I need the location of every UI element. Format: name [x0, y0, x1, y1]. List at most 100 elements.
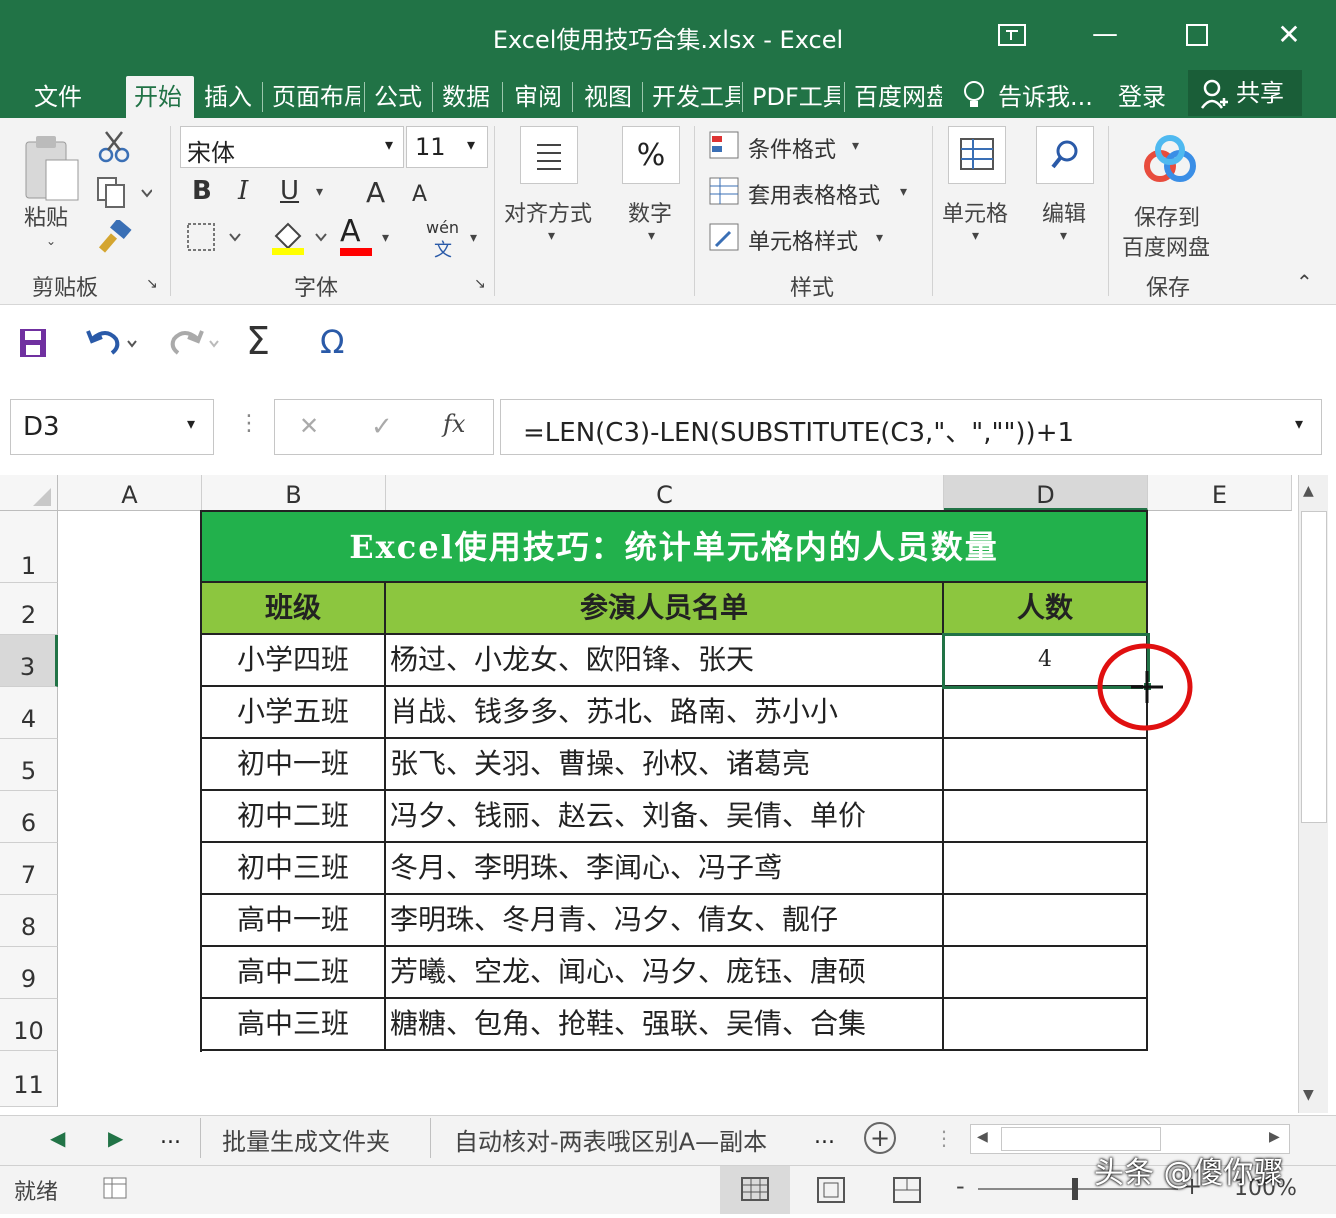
- column-header[interactable]: D: [944, 475, 1148, 511]
- font-name-select[interactable]: 宋体 ▾: [180, 126, 404, 168]
- count-cell[interactable]: [944, 791, 1148, 843]
- tab-splitter[interactable]: ⋮: [934, 1126, 954, 1150]
- sheet-tab[interactable]: 自动核对-两表哦区别A—副本: [454, 1122, 767, 1157]
- names-cell[interactable]: 杨过、小龙女、欧阳锋、张天: [386, 635, 944, 687]
- names-cell[interactable]: 张飞、关羽、曹操、孙权、诸葛亮: [386, 739, 944, 791]
- number-format-button[interactable]: %: [622, 126, 680, 184]
- scroll-right-icon[interactable]: ▶: [1269, 1129, 1280, 1145]
- names-cell[interactable]: 李明珠、冬月青、冯夕、倩女、靓仔: [386, 895, 944, 947]
- names-cell[interactable]: 芳曦、空龙、闻心、冯夕、庞钰、唐硕: [386, 947, 944, 999]
- class-cell[interactable]: 小学四班: [202, 635, 386, 687]
- phonetic-top[interactable]: wén: [426, 218, 459, 237]
- tab-formulas[interactable]: 公式: [366, 76, 430, 118]
- edit-button[interactable]: [1036, 126, 1094, 184]
- row-header[interactable]: 11: [0, 1051, 58, 1107]
- tab-review[interactable]: 审阅: [506, 76, 570, 118]
- close-button[interactable]: ✕: [1274, 16, 1304, 54]
- column-header[interactable]: E: [1148, 475, 1292, 511]
- chevron-down-icon[interactable]: ▾: [470, 230, 477, 246]
- tab-developer[interactable]: 开发工具: [644, 76, 740, 118]
- class-cell[interactable]: 初中一班: [202, 739, 386, 791]
- class-cell[interactable]: 初中二班: [202, 791, 386, 843]
- macro-record-icon[interactable]: [102, 1174, 130, 1202]
- login-link[interactable]: 登录: [1110, 76, 1174, 118]
- chevron-down-icon[interactable]: ▾: [900, 184, 907, 200]
- page-layout-icon[interactable]: [816, 1176, 846, 1204]
- count-cell[interactable]: [944, 895, 1148, 947]
- autosum-icon[interactable]: Σ: [246, 319, 270, 363]
- scroll-down-icon[interactable]: ▼: [1303, 1087, 1314, 1103]
- underline-button[interactable]: U: [280, 176, 299, 206]
- font-color-button[interactable]: A: [340, 214, 361, 249]
- chevron-down-icon[interactable]: ▾: [1295, 414, 1303, 433]
- tell-me-search[interactable]: 告诉我...: [990, 76, 1101, 118]
- row-header[interactable]: 3: [0, 635, 58, 687]
- collapse-ribbon-icon[interactable]: ⌃: [1296, 270, 1313, 294]
- row-header[interactable]: 2: [0, 583, 58, 635]
- formula-input[interactable]: =LEN(C3)-LEN(SUBSTITUTE(C3,"、",""))+1 ▾: [500, 399, 1322, 455]
- row-header[interactable]: 4: [0, 687, 58, 739]
- names-cell[interactable]: 糖糖、包角、抢鞋、强联、吴倩、合集: [386, 999, 944, 1051]
- tab-baidu-pan[interactable]: 百度网盘: [846, 76, 942, 118]
- paste-dropdown-icon[interactable]: ⌄: [46, 234, 56, 248]
- cells-button[interactable]: [948, 126, 1006, 184]
- add-sheet-button[interactable]: +: [864, 1122, 896, 1154]
- paste-icon[interactable]: [24, 134, 82, 210]
- count-cell[interactable]: [944, 739, 1148, 791]
- maximize-button[interactable]: [1186, 24, 1208, 46]
- undo-icon[interactable]: [86, 325, 142, 361]
- scroll-thumb[interactable]: [1301, 511, 1327, 823]
- zoom-slider-thumb[interactable]: [1072, 1178, 1078, 1200]
- count-cell[interactable]: [944, 999, 1148, 1051]
- baidu-cloud-icon[interactable]: [1140, 132, 1200, 188]
- scroll-up-icon[interactable]: ▲: [1303, 483, 1314, 499]
- format-painter-icon[interactable]: [98, 220, 132, 254]
- bold-button[interactable]: B: [192, 176, 212, 206]
- launcher-icon[interactable]: ↘: [474, 276, 486, 292]
- tab-insert[interactable]: 插入: [196, 76, 260, 118]
- scroll-left-icon[interactable]: ◀: [977, 1129, 988, 1145]
- table-format-button[interactable]: 套用表格格式: [748, 178, 880, 210]
- header-count[interactable]: 人数: [944, 583, 1148, 635]
- row-header[interactable]: 10: [0, 999, 58, 1051]
- tab-pdf-tools[interactable]: PDF工具: [744, 76, 840, 118]
- names-cell[interactable]: 冯夕、钱丽、赵云、刘备、吴倩、单价: [386, 791, 944, 843]
- page-break-icon[interactable]: [892, 1176, 922, 1204]
- insert-function-icon[interactable]: fx: [443, 410, 465, 438]
- class-cell[interactable]: 高中二班: [202, 947, 386, 999]
- grow-font-button[interactable]: A: [366, 176, 385, 209]
- select-all-button[interactable]: [0, 475, 58, 511]
- zoom-out-button[interactable]: -: [956, 1172, 965, 1200]
- next-sheet-icon[interactable]: ▶: [108, 1126, 123, 1150]
- column-header[interactable]: A: [58, 475, 202, 511]
- chevron-down-icon[interactable]: ▾: [382, 230, 389, 246]
- row-header[interactable]: 1: [0, 511, 58, 583]
- italic-button[interactable]: I: [238, 176, 248, 206]
- chevron-down-icon[interactable]: ▾: [852, 138, 859, 154]
- header-names[interactable]: 参演人员名单: [386, 583, 944, 635]
- conditional-format-button[interactable]: 条件格式: [748, 132, 836, 164]
- row-header[interactable]: 7: [0, 843, 58, 895]
- tab-view[interactable]: 视图: [576, 76, 640, 118]
- class-cell[interactable]: 小学五班: [202, 687, 386, 739]
- table-title[interactable]: Excel使用技巧：统计单元格内的人员数量: [202, 512, 1148, 583]
- class-cell[interactable]: 高中三班: [202, 999, 386, 1051]
- cell-style-button[interactable]: 单元格样式: [748, 224, 858, 256]
- more-sheets-left[interactable]: ...: [160, 1124, 181, 1149]
- launcher-icon[interactable]: ↘: [146, 276, 158, 292]
- symbol-icon[interactable]: Ω: [320, 323, 344, 361]
- row-header[interactable]: 9: [0, 947, 58, 999]
- chevron-down-icon[interactable]: ▾: [1060, 228, 1067, 244]
- chevron-down-icon[interactable]: ▾: [876, 230, 883, 246]
- shrink-font-button[interactable]: A: [412, 182, 427, 207]
- count-cell[interactable]: [944, 843, 1148, 895]
- column-header[interactable]: C: [386, 475, 944, 511]
- cut-icon[interactable]: [98, 130, 130, 164]
- tab-page-layout[interactable]: 页面布局: [264, 76, 360, 118]
- save-icon[interactable]: [18, 327, 48, 359]
- enter-icon[interactable]: ✓: [371, 412, 393, 442]
- formula-bar-grip[interactable]: ⋮: [238, 411, 260, 436]
- row-header[interactable]: 6: [0, 791, 58, 843]
- cancel-icon[interactable]: ✕: [299, 412, 319, 440]
- class-cell[interactable]: 高中一班: [202, 895, 386, 947]
